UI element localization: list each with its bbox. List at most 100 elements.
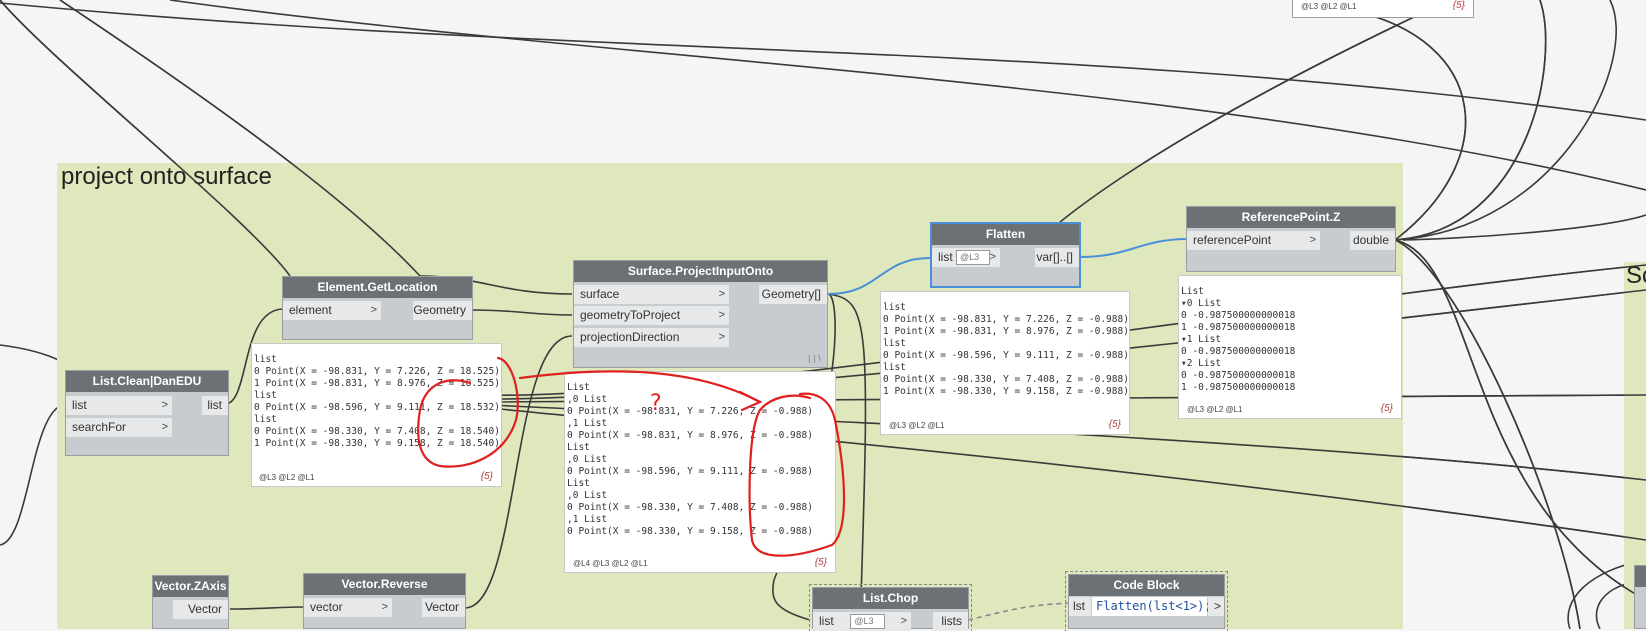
output-port-vector[interactable]: Vector xyxy=(173,600,228,619)
node-flatten[interactable]: Flatten list @L3 > var[]..[] xyxy=(930,222,1081,288)
preview-getlocation: list 0 Point(X = -98.831, Y = 7.226, Z = … xyxy=(251,343,502,487)
chevron-right-icon: > xyxy=(370,304,377,316)
port-label: list xyxy=(72,398,87,412)
chevron-right-icon: > xyxy=(718,331,725,343)
preview-count: {5} xyxy=(814,557,827,568)
wire xyxy=(0,403,66,546)
preview-line: ,1 List xyxy=(567,418,608,429)
port-label: list xyxy=(938,250,953,264)
group-title-second: Sc xyxy=(1626,262,1646,289)
output-port-vector[interactable]: Vector xyxy=(422,598,465,617)
preview-flatten: list 0 Point(X = -98.831, Y = 7.226, Z = … xyxy=(880,291,1130,435)
preview-line: 0 Point(X = -98.596, Y = 9.111, Z = -0.9… xyxy=(567,466,813,477)
port-label: lists xyxy=(941,614,962,628)
code-text: Flatten(lst<1>); xyxy=(1096,599,1212,613)
port-label: Vector xyxy=(424,600,459,614)
preview-line: List xyxy=(567,442,590,453)
lacing-indicator[interactable]: | | \ xyxy=(808,354,821,363)
output-port-lists[interactable]: lists xyxy=(933,612,968,631)
preview-line: List xyxy=(1181,286,1204,297)
output-port-double[interactable]: double xyxy=(1350,231,1395,250)
port-label: surface xyxy=(580,287,620,301)
input-port-surface[interactable]: surface > xyxy=(574,285,729,304)
preview-line: 0 Point(X = -98.330, Y = 7.408, Z = 18.5… xyxy=(254,426,500,437)
preview-line: 0 Point(X = -98.330, Y = 9.158, Z = -0.9… xyxy=(567,526,813,537)
code-editor[interactable]: Flatten(lst<1>); xyxy=(1092,597,1212,616)
chevron-right-icon: > xyxy=(1309,234,1316,246)
port-label: double xyxy=(1352,233,1389,247)
preview-line: 1 Point(X = -98.330, Y = 9.158, Z = -0.9… xyxy=(883,386,1129,397)
node-referencepoint-z[interactable]: ReferencePoint.Z referencePoint > double xyxy=(1186,206,1396,272)
preview-count: {5} xyxy=(1108,419,1121,430)
preview-line: ,0 List xyxy=(567,394,608,405)
port-label: geometryToProject xyxy=(580,308,681,322)
output-port-geometry[interactable]: Geometry xyxy=(413,301,472,320)
port-label: Vector xyxy=(187,602,222,616)
preview-line: ▾1 List xyxy=(1181,334,1222,345)
preview-footer: @L3 @L2 @L1 xyxy=(889,421,945,430)
port-label: list xyxy=(819,614,834,628)
preview-line: 0 -0.987500000000018 xyxy=(1181,370,1296,381)
preview-count: {5} xyxy=(1452,0,1465,11)
input-port-element[interactable]: element > xyxy=(283,301,381,320)
chevron-right-icon: > xyxy=(161,421,168,433)
preview-line: 0 -0.987500000000018 xyxy=(1181,310,1296,321)
port-label: lst xyxy=(1073,599,1085,613)
wire xyxy=(1394,239,1581,629)
chevron-right-icon: > xyxy=(900,615,907,627)
chevron-right-icon: > xyxy=(718,288,725,300)
input-port-list[interactable]: list @L3 > xyxy=(932,248,1000,267)
node-vector-zaxis[interactable]: Vector.ZAxis Vector xyxy=(152,575,229,629)
input-port-searchfor[interactable]: searchFor > xyxy=(66,418,172,437)
input-port-lst[interactable]: lst xyxy=(1069,597,1091,616)
output-port-code[interactable]: > xyxy=(1208,597,1224,616)
chevron-right-icon: > xyxy=(989,251,996,263)
node-title: Surface.ProjectInputOnto xyxy=(574,261,827,282)
output-port-var[interactable]: var[]..[] xyxy=(1035,248,1079,267)
wire xyxy=(169,0,1646,191)
wire xyxy=(0,344,66,365)
node-list-clean[interactable]: List.Clean|DanEDU list > searchFor > list xyxy=(65,370,229,456)
preview-line: list xyxy=(883,338,906,349)
preview-line: 1 Point(X = -98.831, Y = 8.976, Z = -0.9… xyxy=(883,326,1129,337)
preview-line: list xyxy=(254,354,277,365)
port-label: projectionDirection xyxy=(580,330,680,344)
node-title: Vector.Reverse xyxy=(304,574,465,595)
port-label: Geometry[] xyxy=(761,287,821,301)
port-label: Geometry xyxy=(413,303,466,317)
input-port-vector[interactable]: vector > xyxy=(304,598,392,617)
input-port-projectiondirection[interactable]: projectionDirection > xyxy=(574,328,729,347)
preview-line: list xyxy=(883,362,906,373)
node-code-block[interactable]: Code Block lst Flatten(lst<1>); > xyxy=(1065,571,1228,631)
output-port-geometry-array[interactable]: Geometry[] xyxy=(759,285,827,304)
preview-line: 1 Point(X = -98.831, Y = 8.976, Z = 18.5… xyxy=(254,378,500,389)
node-title: List.Clean|DanEDU xyxy=(66,371,228,392)
node-title: Flatten xyxy=(932,224,1079,245)
port-label: referencePoint xyxy=(1193,233,1272,247)
port-label: list xyxy=(207,398,222,412)
input-port-list[interactable]: list > xyxy=(66,396,172,415)
input-port-list[interactable]: list @L3 > xyxy=(813,612,911,631)
preview-line: 1 Point(X = -98.330, Y = 9.158, Z = 18.5… xyxy=(254,438,500,449)
node-element-getlocation[interactable]: Element.GetLocation element > Geometry xyxy=(282,276,473,340)
node-top-right-partial[interactable]: @L3 @L2 @L1 {5} xyxy=(1292,0,1474,18)
list-level-selector[interactable]: @L3 xyxy=(850,614,885,630)
port-label: > xyxy=(1213,599,1221,613)
node-title: Vector.ZAxis xyxy=(153,576,228,597)
preview-line: 0 Point(X = -98.596, Y = 9.111, Z = 18.5… xyxy=(254,402,500,413)
preview-footer: @L4 @L3 @L2 @L1 xyxy=(573,559,648,568)
list-level-selector[interactable]: @L3 xyxy=(956,250,991,266)
port-label: vector xyxy=(310,600,343,614)
preview-line: 0 Point(X = -98.330, Y = 7.408, Z = -0.9… xyxy=(567,502,813,513)
node-vector-reverse[interactable]: Vector.Reverse vector > Vector xyxy=(303,573,466,629)
preview-projectinputonto: List ,0 List 0 Point(X = -98.831, Y = 7.2… xyxy=(564,371,836,573)
preview-line: 0 -0.987500000000018 xyxy=(1181,346,1296,357)
node-surface-projectinputonto[interactable]: Surface.ProjectInputOnto surface > geomet… xyxy=(573,260,828,368)
preview-line: List xyxy=(567,478,590,489)
input-port-geometrytoproject[interactable]: geometryToProject > xyxy=(574,306,729,325)
input-port-referencepoint[interactable]: referencePoint > xyxy=(1187,231,1320,250)
preview-line: 0 Point(X = -98.831, Y = 7.226, Z = -0.9… xyxy=(883,314,1129,325)
node-list-chop[interactable]: List.Chop list @L3 > lists xyxy=(809,584,972,631)
output-port-list[interactable]: list xyxy=(202,396,228,415)
node-right-partial[interactable] xyxy=(1634,565,1646,629)
